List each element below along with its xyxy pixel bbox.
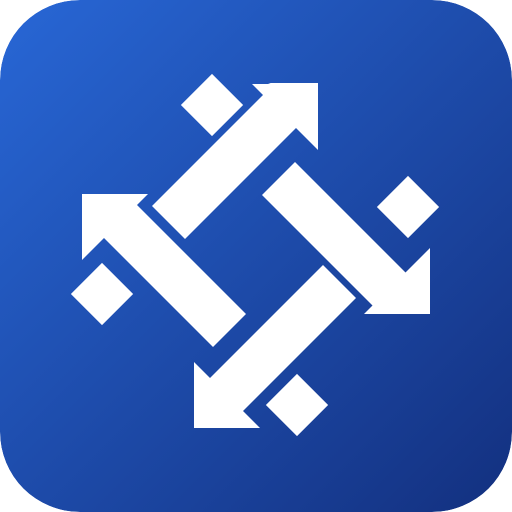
app-icon[interactable] (0, 0, 512, 512)
four-arrows-pinwheel-icon (0, 0, 512, 512)
icon-background (0, 0, 512, 512)
